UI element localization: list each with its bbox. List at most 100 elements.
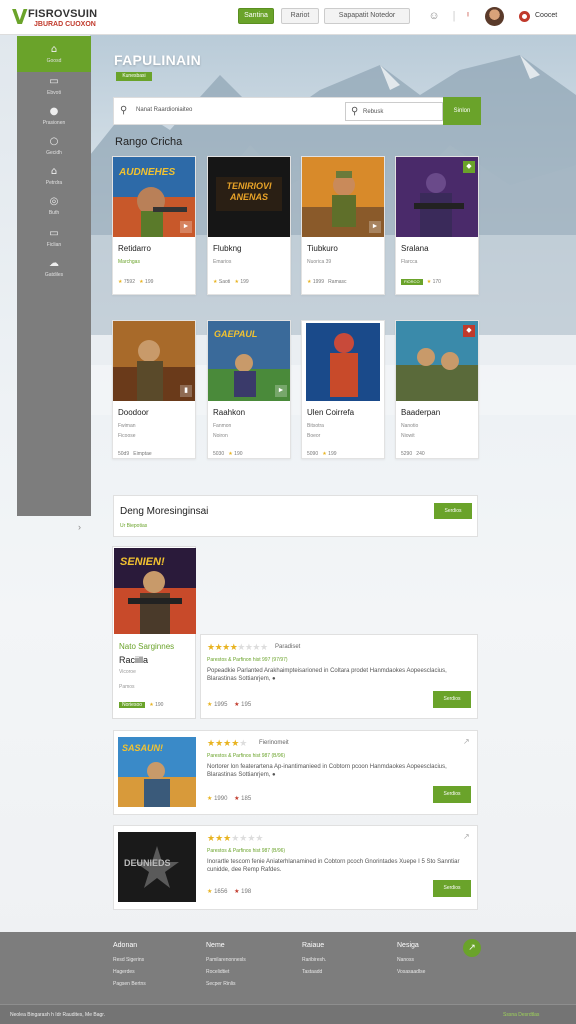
list-item-button[interactable]: Serdios	[433, 786, 471, 803]
search-icon: ○	[49, 136, 59, 147]
hero-badge[interactable]: Kunesbasi	[116, 72, 152, 81]
list-item-label: Paradiset	[275, 644, 301, 650]
apple-icon: ●	[49, 106, 59, 117]
featured-game-art: SENIEN! f	[114, 548, 196, 634]
search-button[interactable]: Sinlon	[443, 97, 481, 125]
game-rating-label: Boeor	[307, 433, 321, 439]
list-item-art-title: SASAUN!	[122, 743, 164, 753]
game-name: Tiubkuro	[307, 244, 338, 253]
home-icon: ⌂	[50, 44, 58, 55]
footer-column: Raiaue Raribiresh. Tastaadd	[302, 942, 392, 978]
featured-art-title: SENIEN!	[120, 556, 165, 568]
game-subtitle: Fanmon	[213, 423, 232, 429]
list-item-description: Popeadkie Parlanted Arakhaimpteisarioned…	[207, 668, 447, 682]
list-item[interactable]: SASAUN! ★★★★★ Fierinomeit Parestos & Par…	[113, 730, 478, 815]
game-art: AUDNEHES ►	[113, 157, 195, 237]
game-art: ▮	[113, 321, 195, 401]
header-tertiary-button[interactable]: Sapapatit Notedor	[324, 8, 410, 24]
user-name[interactable]: Coocet	[535, 12, 557, 19]
dismiss-icon[interactable]: ↗	[463, 737, 470, 746]
game-meta: 50d9 Eimptae	[118, 451, 152, 457]
sidebar-item-inbox[interactable]: ▭ Ebvoti	[17, 76, 91, 106]
search-bar: ⚲ Nanat Raardioniaiteo ⚲ Rebusk Sinlon	[113, 97, 481, 125]
logo-tagline: JBURAD CUOXON	[34, 21, 96, 28]
footer-link[interactable]: Tastaadd	[302, 966, 392, 978]
list-item-body: ★★★★★ Fierinomeit Parestos & Parfinos hi…	[201, 731, 479, 816]
promo-title: Deng Moresinginsai	[120, 506, 209, 517]
game-card[interactable]: GAEPAUL ► Raahkon Fanmon Noiron 5030 ★ 1…	[207, 320, 291, 459]
star-icon: ★	[207, 889, 213, 895]
secondary-search-input[interactable]: Rebusk	[363, 109, 383, 115]
list-item-button[interactable]: Serdios	[433, 691, 471, 708]
game-card[interactable]: ◆ Sralana Flarcca FIORCO ★ 170	[395, 156, 479, 295]
play-icon[interactable]: ►	[369, 221, 381, 233]
play-icon[interactable]: ►	[275, 385, 287, 397]
scroll-up-icon[interactable]: ↗	[463, 939, 481, 957]
featured-game-card[interactable]: SENIEN! f Nato Sarginnes Raciilla Vicoro…	[112, 546, 196, 719]
footer-heading: Raiaue	[302, 942, 325, 949]
secondary-search-field[interactable]: ⚲ Rebusk	[345, 102, 443, 121]
search-input[interactable]: Nanat Raardioniaiteo	[136, 107, 192, 113]
game-rating-label: Noiron	[213, 433, 228, 439]
sidebar-item-home[interactable]: ⌂ Goosd	[17, 36, 91, 72]
footer-link[interactable]: Pamilarenonnesls	[206, 954, 296, 966]
sidebar-item-label: Goosd	[46, 58, 62, 64]
footer-link[interactable]: Hagerdes	[113, 966, 203, 978]
game-card[interactable]: ◆ Baaderpan Nanotio Niowit 5290 240	[395, 320, 479, 459]
game-card[interactable]: AUDNEHES ► Retidarro Marchgas ★ 7592 ★ 1…	[112, 156, 196, 295]
notification-icon[interactable]: ᶦ	[461, 9, 475, 23]
fire-icon: ★	[234, 702, 240, 708]
game-art-title: TENIRIOVI ANENAS	[226, 181, 272, 202]
footer-link[interactable]: Pagsen Bertns	[113, 978, 203, 990]
list-item[interactable]: DEUNIEDS ★★★★★★★ Parestos & Parfinos his…	[113, 825, 478, 910]
sidebar-item-apple[interactable]: ● Prasionen	[17, 106, 91, 136]
game-subtitle: Fwiman	[118, 423, 136, 429]
game-meta: ★ Saoti ★ 199	[213, 279, 249, 285]
dismiss-icon[interactable]: ↗	[463, 832, 470, 841]
game-name: Flubkng	[213, 244, 242, 253]
game-subtitle: Emarios	[213, 259, 232, 265]
header-secondary-button[interactable]: Rariot	[281, 8, 319, 24]
footer-link[interactable]: Secper Rinlis	[206, 978, 296, 990]
sidebar-item-search[interactable]: ○ Gecidh	[17, 136, 91, 166]
promo-button[interactable]: Serdios	[434, 503, 472, 519]
footer-link[interactable]: Resd Sigerins	[113, 954, 203, 966]
shield-icon: ⌂	[50, 166, 58, 177]
game-subtitle: Bitsotra	[307, 423, 324, 429]
star-icon: ★	[118, 279, 123, 285]
game-card[interactable]: ► Tiubkuro Nuorica 39 ★ 1999 Ramasc	[301, 156, 385, 295]
footer-bottom-link[interactable]: Sssna Desrdtlas	[503, 1012, 539, 1018]
avatar[interactable]	[485, 7, 504, 26]
game-name: Doodoor	[118, 408, 149, 417]
footer-heading: Neme	[206, 942, 225, 949]
footer-link[interactable]: Rocelidtiet	[206, 966, 296, 978]
mail-icon: ◎	[49, 196, 59, 207]
sidebar-expand-icon[interactable]: ›	[78, 522, 81, 532]
header-primary-button[interactable]: Santina	[238, 8, 274, 24]
game-name: Raahkon	[213, 408, 246, 417]
list-item[interactable]: ★★★★★★★★ Paradiset Parestos & Parfinon h…	[200, 634, 478, 719]
site-logo[interactable]: V FISROVSUIN JBURAD CUOXON	[12, 6, 112, 30]
emoji-icon[interactable]: ☺	[427, 9, 441, 23]
game-art: ◆	[396, 157, 478, 237]
footer-link[interactable]: Raribiresh.	[302, 954, 392, 966]
game-card[interactable]: ▮ Doodoor Fwiman Ficoose 50d9 Eimptae	[112, 320, 196, 459]
list-item-button[interactable]: Serdios	[433, 880, 471, 897]
sidebar-item-label: Gatdiles	[44, 272, 64, 278]
star-icon: ★	[307, 279, 312, 285]
game-art: TENIRIOVI ANENAS	[208, 157, 290, 237]
game-card[interactable]: Ulen Coirrefa Bitsotra Boeor 5090 ★ 199	[301, 320, 385, 459]
sidebar-item-cloud[interactable]: ☁ Gatdiles	[17, 258, 91, 288]
hero-title: FAPULINAIN	[114, 52, 201, 68]
game-name: Baaderpan	[401, 408, 441, 417]
game-card[interactable]: TENIRIOVI ANENAS Flubkng Emarios ★ Saoti…	[207, 156, 291, 295]
list-item-meta: ★ 1656 ★ 198	[207, 889, 252, 895]
sidebar-item-mail[interactable]: ◎ Buth	[17, 196, 91, 226]
star-icon: ★	[234, 279, 239, 285]
sidebar-item-card[interactable]: ▭ Ficlian	[17, 228, 91, 258]
footer-link[interactable]: Vosasaadlse	[397, 966, 487, 978]
sidebar-item-shield[interactable]: ⌂ Petrdra	[17, 166, 91, 196]
game-name: Retidarro	[118, 244, 151, 253]
play-icon[interactable]: ►	[180, 221, 192, 233]
top-navigation-bar: V FISROVSUIN JBURAD CUOXON Santina Rario…	[0, 0, 576, 35]
